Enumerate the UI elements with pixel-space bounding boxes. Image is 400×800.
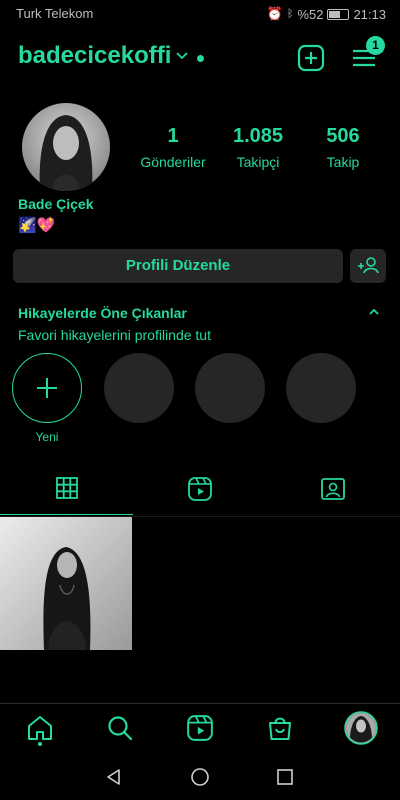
battery-icon <box>327 8 350 20</box>
stat-posts[interactable]: 1 Gönderiler <box>132 125 214 170</box>
tab-reels[interactable] <box>133 476 266 504</box>
recents-icon[interactable] <box>275 767 295 787</box>
nav-profile[interactable] <box>344 711 378 750</box>
highlights-subtitle: Favori hikayelerini profilinde tut <box>18 327 211 343</box>
alarm-icon: ⏰ <box>266 6 283 21</box>
bluetooth-icon: ᛒ <box>286 8 294 20</box>
highlight-placeholder <box>286 353 356 423</box>
stat-followers[interactable]: 1.085 Takipçi <box>220 125 296 170</box>
nav-home[interactable] <box>26 714 54 751</box>
status-bar: Turk Telekom ⏰ ᛒ %52 21:13 <box>0 0 400 28</box>
reels-icon <box>187 477 212 501</box>
active-tab-indicator <box>0 514 133 515</box>
nav-search[interactable] <box>106 714 134 747</box>
notification-badge: 1 <box>366 36 385 55</box>
tagged-icon <box>321 478 345 500</box>
stat-posts-count: 1 <box>167 125 179 147</box>
reels-icon <box>187 715 213 741</box>
stat-following[interactable]: 506 Takip <box>312 125 374 170</box>
stat-posts-label: Gönderiler <box>140 154 206 170</box>
profile-avatar[interactable] <box>22 103 110 191</box>
stat-followers-count: 1.085 <box>232 125 284 147</box>
profile-avatar-icon <box>344 711 378 745</box>
add-person-icon <box>358 257 379 274</box>
stat-followers-label: Takipçi <box>236 154 280 170</box>
new-highlight-button[interactable] <box>12 353 82 423</box>
nav-reels[interactable] <box>186 714 214 747</box>
back-icon[interactable] <box>104 767 124 787</box>
post-thumbnail[interactable] <box>0 517 132 650</box>
full-name: Bade Çiçek <box>18 196 94 212</box>
plus-icon <box>37 378 57 398</box>
stat-following-label: Takip <box>326 154 360 170</box>
highlight-placeholder <box>195 353 265 423</box>
home-circle-icon[interactable] <box>190 767 210 787</box>
clock: 21:13 <box>353 6 386 22</box>
stat-following-count: 506 <box>326 125 360 147</box>
online-dot <box>197 55 204 62</box>
username[interactable]: badecicekoffi <box>18 42 171 70</box>
bottom-navigation <box>0 703 400 754</box>
bio: 🌠💖 <box>18 217 56 234</box>
discover-people-button[interactable] <box>350 249 386 283</box>
new-post-icon[interactable] <box>297 44 325 72</box>
nav-shop[interactable] <box>266 714 294 747</box>
shop-icon <box>269 717 291 740</box>
system-navigation <box>0 753 400 800</box>
edit-profile-button[interactable]: Profili Düzenle <box>13 249 343 283</box>
chevron-down-icon[interactable] <box>176 51 188 61</box>
tab-tagged[interactable] <box>266 476 400 504</box>
home-icon <box>28 716 52 746</box>
highlights-title: Hikayelerde Öne Çıkanlar <box>18 305 187 321</box>
highlight-placeholder <box>104 353 174 423</box>
search-icon <box>108 716 133 741</box>
tab-posts-grid[interactable] <box>0 476 133 504</box>
grid-icon <box>55 477 78 499</box>
chevron-up-icon[interactable] <box>368 307 380 317</box>
battery-text: %52 <box>297 6 324 22</box>
new-highlight-label: Yeni <box>35 430 59 444</box>
carrier-name: Turk Telekom <box>16 6 94 21</box>
